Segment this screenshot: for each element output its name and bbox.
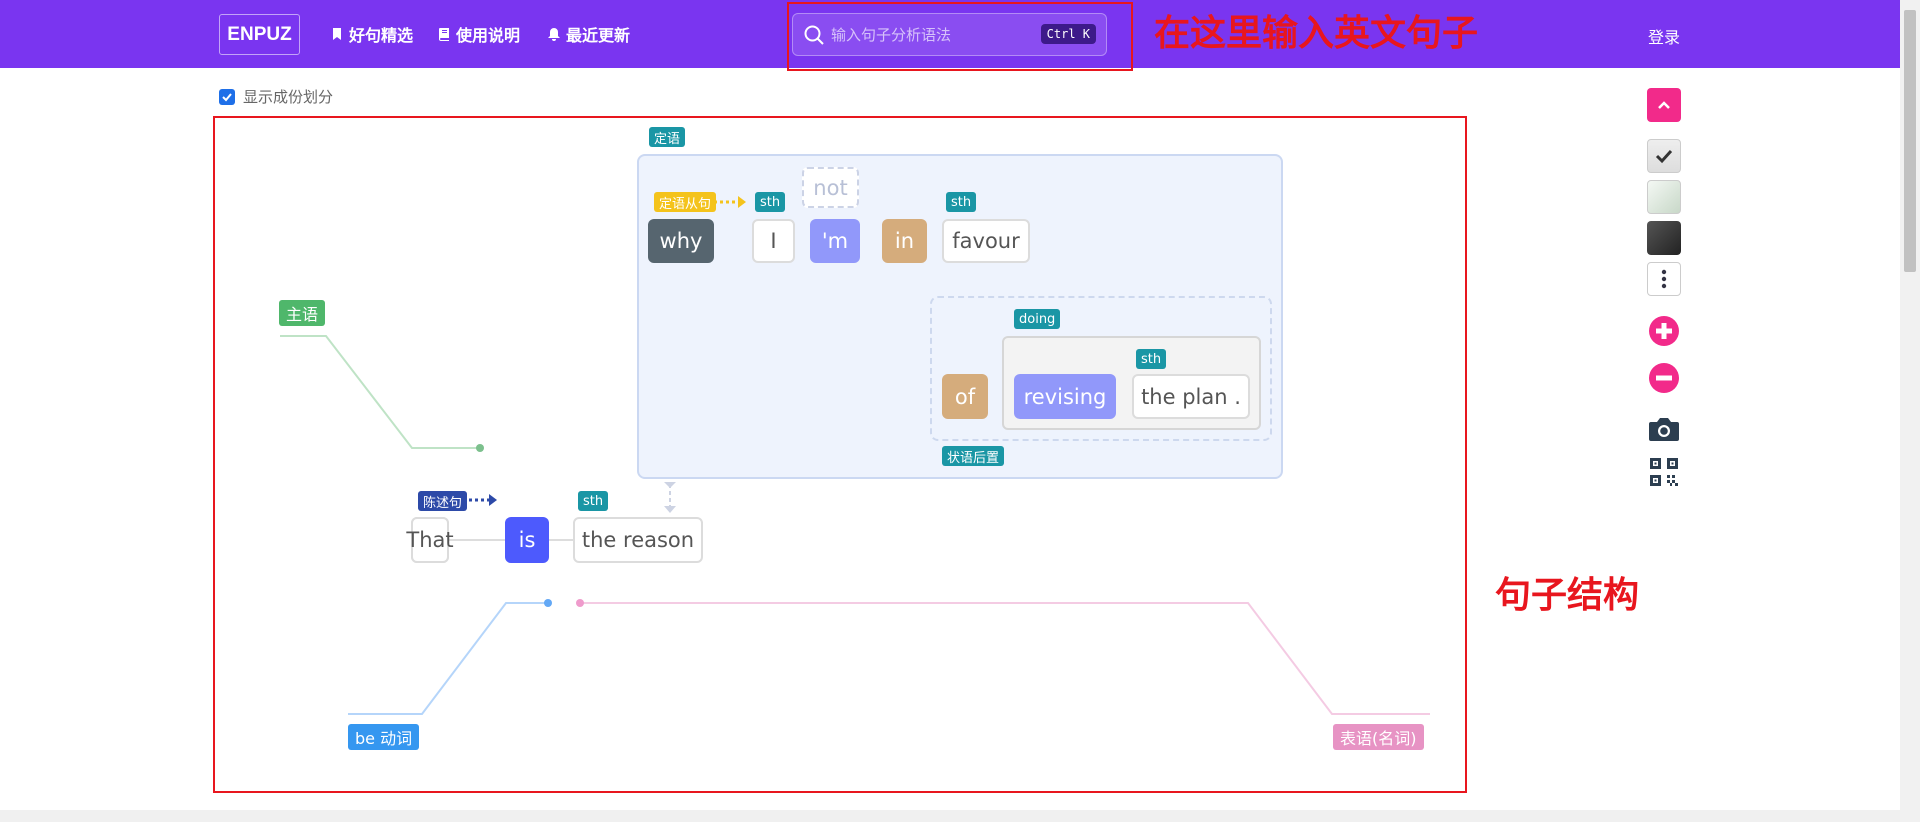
main-subject-word: That: [406, 517, 454, 563]
check-theme-icon: [1655, 149, 1673, 164]
sentence-type-tag: 陈述句: [418, 491, 468, 511]
zoom-in-icon: [1649, 316, 1679, 346]
gerund-tag: doing: [1014, 309, 1061, 329]
attributive-clause-tag: 定语从句: [654, 192, 717, 212]
more-options-button[interactable]: [1647, 262, 1681, 296]
theme-dark-button[interactable]: [1647, 221, 1681, 255]
zoom-in-button[interactable]: [1647, 314, 1681, 348]
scrollbar-thumb[interactable]: [1904, 10, 1916, 272]
attributive-tag: 定语: [649, 127, 686, 147]
predicative-label: 表语(名词): [1333, 724, 1424, 750]
clause-preposition-box: in: [882, 219, 927, 263]
qrcode-icon: [1650, 458, 1678, 486]
clause-verb-box: 'm: [810, 219, 860, 263]
zoom-out-button[interactable]: [1647, 361, 1681, 395]
negation-placeholder: not: [802, 167, 859, 208]
sentence-type-arrow-icon: [463, 494, 497, 506]
more-icon: [1661, 269, 1667, 289]
clause-object-tag: sth: [946, 192, 977, 212]
theme-light-button[interactable]: [1647, 180, 1681, 214]
relative-adverb-box: why: [648, 219, 714, 263]
scroll-top-button[interactable]: [1647, 88, 1681, 122]
subject-label: 主语: [279, 300, 326, 326]
gerund-object-tag: sth: [1136, 349, 1167, 369]
be-verb-label: be 动词: [348, 724, 420, 750]
zoom-out-icon: [1649, 363, 1679, 393]
main-object-box: the reason: [573, 517, 703, 563]
qrcode-button[interactable]: [1647, 455, 1681, 489]
theme-default-button[interactable]: [1647, 139, 1681, 173]
main-object-tag: sth: [578, 491, 609, 511]
postposed-adverbial-tag: 状语后置: [942, 446, 1005, 466]
gerund-box: revising: [1014, 374, 1116, 419]
clause-subject-box: I: [752, 219, 795, 263]
screenshot-button[interactable]: [1647, 412, 1681, 446]
clause-subject-tag: sth: [755, 192, 786, 212]
main-verb-box: is: [505, 517, 549, 563]
adverbial-preposition-box: of: [942, 374, 988, 419]
clause-arrow-icon: [714, 196, 746, 208]
gerund-object-box: the plan .: [1132, 374, 1250, 419]
camera-icon: [1649, 418, 1679, 441]
scroll-top-icon: [1658, 101, 1670, 109]
clause-object-box: favour: [942, 219, 1030, 263]
